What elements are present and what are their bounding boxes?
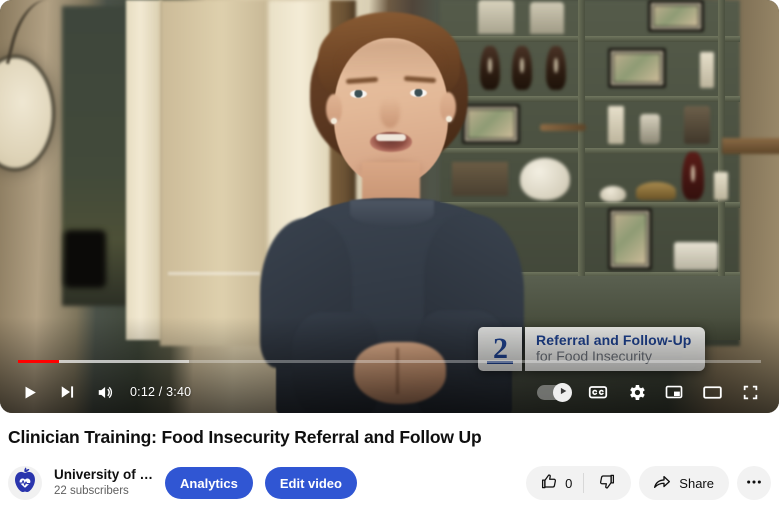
decor-box	[674, 242, 718, 270]
decor-cup	[640, 114, 660, 144]
teeth	[376, 134, 406, 141]
volume-high-icon	[96, 383, 115, 402]
time-display: 0:12 / 3:40	[130, 385, 192, 399]
decor-candle	[700, 52, 714, 88]
picture-frame	[608, 48, 666, 88]
play-button[interactable]	[10, 373, 48, 411]
eye-right	[410, 89, 427, 97]
like-dislike-group: 0	[526, 466, 632, 500]
theater-mode-icon	[702, 382, 723, 403]
doorway-shadow	[64, 230, 106, 288]
dislike-button[interactable]	[584, 466, 631, 500]
picture-frame	[608, 208, 652, 270]
next-video-button[interactable]	[48, 373, 86, 411]
edit-video-button[interactable]: Edit video	[264, 467, 357, 499]
play-icon	[20, 383, 39, 402]
avatar[interactable]	[8, 466, 42, 500]
miniplayer-button[interactable]	[655, 373, 693, 411]
more-actions-button[interactable]	[737, 466, 771, 500]
volume-button[interactable]	[86, 373, 124, 411]
wall-panel-molding	[168, 272, 260, 275]
lower-third-title: Referral and Follow-Up	[536, 332, 692, 349]
player-controls-bar: 0:12 / 3:40	[0, 372, 779, 412]
video-actions-group: 0 Share	[526, 466, 771, 500]
analytics-button[interactable]: Analytics	[165, 467, 253, 499]
thumbs-down-icon	[597, 472, 616, 494]
collar	[350, 200, 434, 226]
subscriber-count: 22 subscribers	[54, 484, 129, 497]
autoplay-toggle-icon	[558, 383, 568, 401]
earring-left	[331, 118, 337, 124]
decor-bowl	[600, 186, 626, 202]
curtain	[726, 120, 779, 350]
share-label: Share	[679, 475, 714, 491]
lower-third-overlay: 2 Referral and Follow-Up for Food Insecu…	[478, 327, 706, 371]
decor-bottle	[546, 46, 566, 90]
shelf-lamp	[530, 2, 564, 34]
theater-mode-button[interactable]	[693, 373, 731, 411]
decor-rod	[540, 124, 586, 131]
page-title: Clinician Training: Food Insecurity Refe…	[8, 427, 482, 447]
decor-bottle	[682, 152, 704, 200]
owner-text-block: University of … 22 subscribers	[54, 467, 153, 499]
nose	[380, 98, 400, 128]
subtitles-button[interactable]	[579, 373, 617, 411]
decor-box	[684, 106, 710, 144]
door-frame	[126, 0, 162, 340]
more-horizontal-icon	[744, 472, 764, 495]
autoplay-toggle[interactable]	[537, 382, 572, 402]
closed-captions-icon	[587, 381, 609, 403]
apple-heart-logo-icon	[9, 466, 41, 500]
fullscreen-icon	[741, 383, 760, 402]
earring-right	[446, 116, 452, 122]
wall-panel	[160, 0, 272, 346]
thumbs-up-icon	[540, 472, 559, 494]
owner-action-row: University of … 22 subscribers Analytics…	[8, 459, 771, 507]
eye-left	[350, 90, 367, 98]
share-arrow-icon	[652, 472, 672, 495]
channel-name[interactable]: University of …	[54, 467, 153, 484]
miniplayer-icon	[664, 382, 684, 402]
settings-button[interactable]	[617, 373, 655, 411]
like-count: 0	[565, 475, 573, 491]
progress-bar[interactable]	[18, 360, 761, 363]
lower-third-number-box: 2	[478, 327, 522, 371]
gear-icon	[626, 382, 647, 403]
next-track-icon	[58, 383, 76, 401]
progress-played	[18, 360, 59, 363]
shelf-post	[578, 0, 585, 278]
picture-frame	[648, 0, 704, 32]
video-player[interactable]: 2 Referral and Follow-Up for Food Insecu…	[0, 0, 779, 413]
decor-object	[636, 182, 676, 200]
fullscreen-button[interactable]	[731, 373, 769, 411]
share-button[interactable]: Share	[639, 466, 729, 500]
decor-candle	[608, 106, 624, 144]
like-button[interactable]: 0	[526, 466, 583, 500]
autoplay-toggle-knob	[553, 382, 572, 402]
lower-third-text: Referral and Follow-Up for Food Insecuri…	[525, 327, 706, 371]
